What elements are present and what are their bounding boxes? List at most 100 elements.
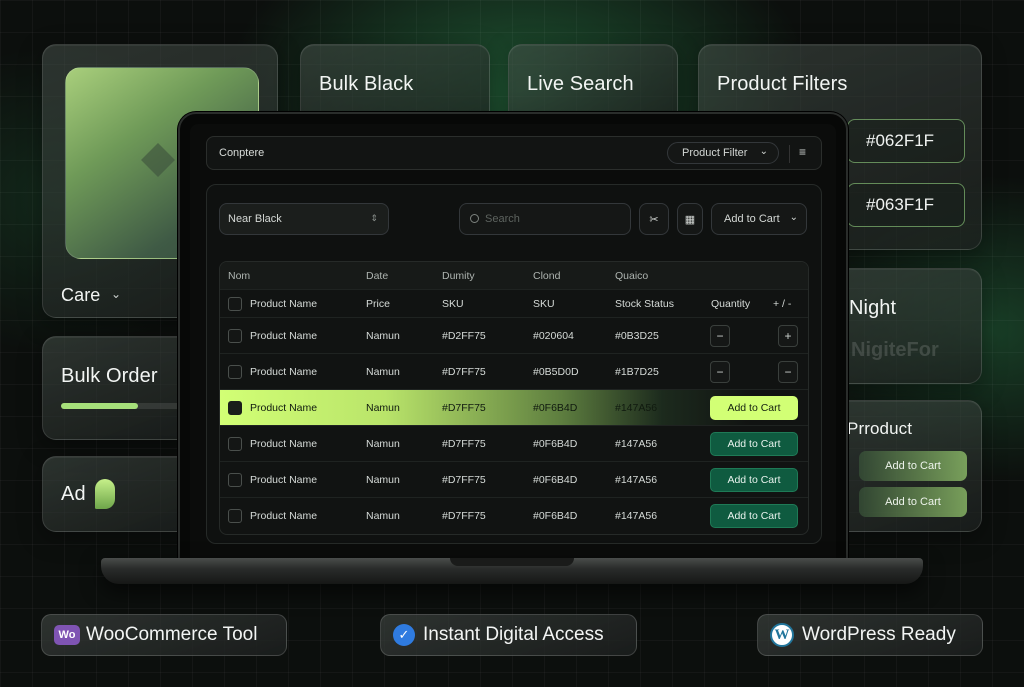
product-filter-label: Product Filter [682,147,748,159]
app-title: Conptere [219,147,265,159]
tools-button[interactable]: ✂ [639,203,669,235]
subheader-cell: Product Name [250,298,318,310]
cell: #0B5D0D [533,366,579,378]
product-filter-dropdown[interactable]: Product Filter ⌄ [667,142,779,164]
digital-access-badge: ✓ Instant Digital Access [380,614,637,656]
decrement-button[interactable]: − [710,361,730,383]
subheader-cell: Quantity [711,298,751,310]
cell: #0F6B4D [533,510,578,522]
app-topbar: Conptere Product Filter ⌄ ≡ [206,136,822,170]
cell: #0F6B4D [533,438,578,450]
product-add-to-cart-button-1[interactable]: Add to Cart [859,451,967,481]
add-to-cart-button[interactable]: Add to Cart [710,396,798,420]
palette-select[interactable]: Near Black ⇕ [219,203,389,235]
row-checkbox[interactable] [228,329,242,343]
cell: #147A56 [615,402,658,414]
laptop-frame: Conptere Product Filter ⌄ ≡ Near Black ⇕… [178,112,848,560]
diamond-icon [141,143,175,177]
cell: #0B3D25 [615,330,659,342]
cell: Namun [366,438,400,450]
cell-name: Product Name [250,330,318,342]
woocommerce-badge: Wo WooCommerce Tool [41,614,287,656]
chevron-down-icon: ⌄ [759,146,768,157]
cell-name: Product Name [250,366,318,378]
cell: #D7FF75 [442,474,486,486]
increment-button[interactable]: + [778,325,798,347]
bulk-order-card: Bulk Order [42,336,192,440]
select-all-checkbox[interactable] [228,297,242,311]
cell: #D7FF75 [442,402,486,414]
bulk-order-progress-fill [61,403,138,409]
add-to-cart-dropdown[interactable]: Add to Cart ⌄ [711,203,807,235]
laptop-screen: Conptere Product Filter ⌄ ≡ Near Black ⇕… [190,124,836,558]
cell: Namun [366,330,400,342]
bulk-black-title: Bulk Black [319,73,414,95]
grid-view-button[interactable]: ▦ [677,203,703,235]
cell: Namun [366,510,400,522]
ad-card: Ad [42,456,192,532]
cell: Namun [366,474,400,486]
product-title: Prroduct [847,419,913,438]
product-add-to-cart-button-2[interactable]: Add to Cart [859,487,967,517]
care-label[interactable]: Care [61,285,100,306]
add-to-cart-button[interactable]: Add to Cart [710,468,798,492]
add-to-cart-button[interactable]: Add to Cart [710,432,798,456]
col-header: Date [366,270,389,282]
cell-name: Product Name [250,438,318,450]
table-row-highlighted: Product Name Namun #D7FF75 #0F6B4D #147A… [220,390,808,426]
subheader-cell: Price [366,298,390,310]
grid-icon: ▦ [684,213,696,226]
leaf-icon [95,479,115,509]
color-swatch-2[interactable]: #063F1F [847,183,965,227]
row-checkbox[interactable] [228,509,242,523]
cell: #020604 [533,330,574,342]
night-title: Night [849,297,897,319]
product-card: Prroduct Add to Cart Add to Cart [830,400,982,532]
divider [789,145,790,163]
cell: #147A56 [615,510,658,522]
ad-label: Ad [61,483,86,505]
table-row: Product Name Namun #D7FF75 #0F6B4D #147A… [220,498,808,534]
cell: #D7FF75 [442,438,486,450]
table-row: Product Name Namun #D2FF75 #020604 #0B3D… [220,318,808,354]
woocommerce-icon: Wo [54,625,80,645]
table-row: Product Name Namun #D7FF75 #0F6B4D #147A… [220,426,808,462]
row-checkbox[interactable] [228,365,242,379]
bulk-order-title: Bulk Order [61,365,158,387]
search-input[interactable]: Search [459,203,631,235]
table-row: Product Name Namun #D7FF75 #0F6B4D #147A… [220,462,808,498]
main-panel: Near Black ⇕ Search ✂ ▦ Add to Cart ⌄ No… [206,184,822,544]
color-swatch-1[interactable]: #062F1F [847,119,965,163]
wordpress-label: WordPress Ready [802,624,956,645]
palette-select-value: Near Black [228,213,282,225]
add-to-cart-dropdown-label: Add to Cart [724,213,780,225]
add-to-cart-button[interactable]: Add to Cart [710,504,798,528]
decrement-button[interactable]: − [778,361,798,383]
row-checkbox[interactable] [228,473,242,487]
verified-check-icon: ✓ [393,624,415,646]
col-header: Quaico [615,270,649,282]
col-header: Dumity [442,270,475,282]
subheader-cell: SKU [533,298,555,310]
bulk-order-progress-track [61,403,181,409]
chevron-down-icon: ⌄ [789,212,798,223]
menu-icon[interactable]: ≡ [799,145,806,159]
row-checkbox[interactable] [228,401,242,415]
table-row: Product Name Namun #D7FF75 #0B5D0D #1B7D… [220,354,808,390]
col-header: Nom [228,270,251,282]
night-card: Night NigiteFor [830,268,982,384]
search-icon [470,213,479,223]
decrement-button[interactable]: − [710,325,730,347]
subheader-cell: + / - [773,298,792,310]
night-faded-text: NigiteFor [851,339,939,361]
product-table: Nom Date Dumity Clond Quaico Product Nam… [219,261,809,535]
chevron-down-icon[interactable]: ⌄ [111,287,121,301]
quantity-stepper: − + [710,325,798,347]
row-checkbox[interactable] [228,437,242,451]
laptop-notch [450,558,574,566]
woocommerce-label: WooCommerce Tool [86,624,258,645]
cell-name: Product Name [250,510,318,522]
digital-access-label: Instant Digital Access [423,624,604,645]
cell: Namun [366,366,400,378]
product-filters-title: Product Filters [717,73,848,95]
